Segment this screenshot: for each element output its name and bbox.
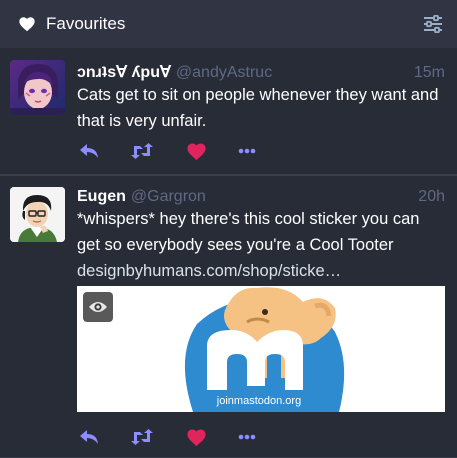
- heart-icon: [19, 17, 35, 32]
- favourite-icon[interactable]: [185, 141, 207, 161]
- sliders-icon[interactable]: [423, 15, 443, 33]
- display-name[interactable]: Eugen: [77, 188, 126, 206]
- avatar[interactable]: [10, 187, 65, 242]
- status-content: Cats get to sit on people whenever they …: [77, 86, 439, 130]
- more-icon[interactable]: [237, 146, 257, 156]
- favourites-column: Favourites ɔnɹʇs∀ ʎpu∀ @andyAstruc 15m C…: [0, 0, 457, 458]
- account-handle[interactable]: @andyAstruc: [176, 64, 272, 82]
- favourite-icon[interactable]: [185, 427, 207, 447]
- reply-icon[interactable]: [77, 141, 101, 161]
- status-actions: [77, 427, 257, 447]
- reply-icon[interactable]: [77, 427, 101, 447]
- status-header: Eugen @Gargron 20h: [77, 188, 445, 206]
- column-title: Favourites: [46, 14, 126, 33]
- media-attachment[interactable]: joinmastodon.org: [77, 286, 445, 412]
- display-name[interactable]: ɔnɹʇs∀ ʎpu∀: [77, 62, 171, 82]
- avatar[interactable]: [10, 60, 65, 115]
- status-content: *whispers* hey there's this cool sticker…: [77, 206, 443, 284]
- status-text: *whispers* hey there's this cool sticker…: [77, 210, 420, 254]
- status-actions: [77, 141, 257, 161]
- boost-icon[interactable]: [129, 428, 155, 446]
- status-time[interactable]: 20h: [418, 188, 445, 206]
- eye-icon[interactable]: [83, 292, 113, 322]
- more-icon[interactable]: [237, 432, 257, 442]
- status-header: ɔnɹʇs∀ ʎpu∀ @andyAstruc 15m: [77, 62, 445, 82]
- column-header[interactable]: Favourites: [0, 0, 457, 48]
- status-link[interactable]: designbyhumans.com/shop/sticke…: [77, 262, 341, 280]
- account-handle[interactable]: @Gargron: [131, 188, 206, 206]
- boost-icon[interactable]: [129, 142, 155, 160]
- media-caption: joinmastodon.org: [216, 395, 301, 407]
- status-time[interactable]: 15m: [414, 64, 445, 82]
